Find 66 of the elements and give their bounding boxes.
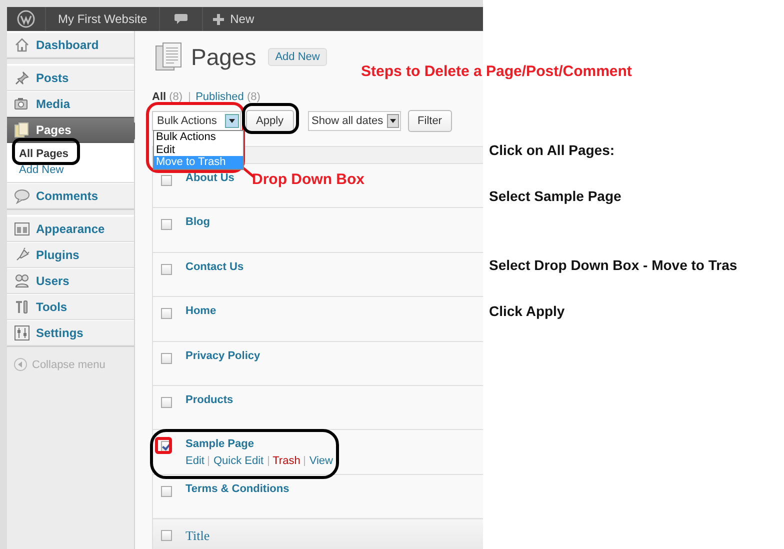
dropdown-option[interactable]: Bulk Actions [154,131,243,144]
row-checkbox[interactable] [161,352,172,364]
highlight-outline [12,138,80,165]
date-select[interactable]: Show all dates [308,111,401,131]
sidebar-item[interactable]: Comments [7,183,134,209]
instruction-text: Click Apply [489,303,566,319]
wordpress-logo-icon[interactable] [17,10,35,28]
row-action-link[interactable]: Edit [186,455,204,468]
filter-link[interactable]: Published (8) [196,91,260,103]
add-new-button[interactable]: Add New [268,48,327,66]
page-title-link[interactable]: Terms & Conditions [186,482,290,495]
row-checkbox[interactable] [161,396,172,408]
sidebar-item[interactable]: Users [7,268,134,294]
sidebar-item[interactable]: Appearance [7,216,134,242]
pin-icon [14,70,30,86]
row-checkbox[interactable] [161,219,172,230]
row-action-link[interactable]: Quick Edit [213,455,264,468]
pages-icon [14,122,30,138]
page-title-link[interactable]: Products [186,394,234,406]
dropdown-option[interactable]: Move to Trash [154,156,243,168]
row-checkbox[interactable] [161,175,172,186]
instruction-text: Select Sample Page [489,188,622,204]
submenu-item[interactable]: All Pages [7,146,134,162]
row-checkbox[interactable] [161,486,172,497]
leader-line [241,166,255,178]
submenu-item[interactable]: Add New [7,162,134,178]
trash-link[interactable]: Trash [272,455,300,468]
pages-icon [155,42,183,72]
page-title-link[interactable]: Contact Us [186,260,244,273]
tools-icon [14,299,30,315]
sidebar-item[interactable]: Settings [7,320,134,346]
apply-button[interactable]: Apply [246,110,294,132]
sliders-icon [14,325,30,341]
sidebar-item[interactable]: Posts [7,65,134,91]
page-title-link[interactable]: About Us [186,172,234,184]
dropdown-option[interactable]: Edit [154,144,243,156]
site-name-link[interactable]: My First Website [58,12,148,26]
plus-icon [213,14,224,24]
instruction-text: Click on All Pages: [489,142,616,158]
speech-bubble-icon[interactable] [174,13,188,25]
instruction-text: Select Drop Down Box - Move to Tras [489,257,738,273]
speech-bubble-icon [14,188,30,204]
page-title-link[interactable]: Privacy Policy [186,350,260,362]
page-title: Pages [191,44,256,70]
annotation-label: Drop Down Box [252,171,364,188]
layout-icon [14,221,30,237]
sidebar-item[interactable]: Dashboard [7,32,134,58]
people-icon [14,273,30,289]
column-header[interactable]: Title [186,528,210,544]
plug-icon [14,247,30,263]
page-title-link[interactable]: Blog [186,216,210,228]
filter-link[interactable]: All (8) [152,91,183,103]
new-menu-link[interactable]: New [203,7,264,31]
page-title-link[interactable]: Home [186,305,216,318]
page-title-link[interactable]: Sample Page [186,438,254,450]
bulk-actions-select[interactable]: Bulk Actions [152,111,241,131]
row-checkbox[interactable] [161,308,172,320]
sidebar-item[interactable]: Tools [7,294,134,320]
select-all-checkbox[interactable] [161,530,172,542]
row-checkbox[interactable] [161,264,172,275]
filter-button[interactable]: Filter [408,110,452,132]
house-icon [14,37,30,53]
annotation-heading: Steps to Delete a Page/Post/Comment [361,63,632,80]
sidebar-item[interactable]: Plugins [7,242,134,268]
row-action-link[interactable]: View [309,455,333,468]
camera-icon [14,96,30,112]
